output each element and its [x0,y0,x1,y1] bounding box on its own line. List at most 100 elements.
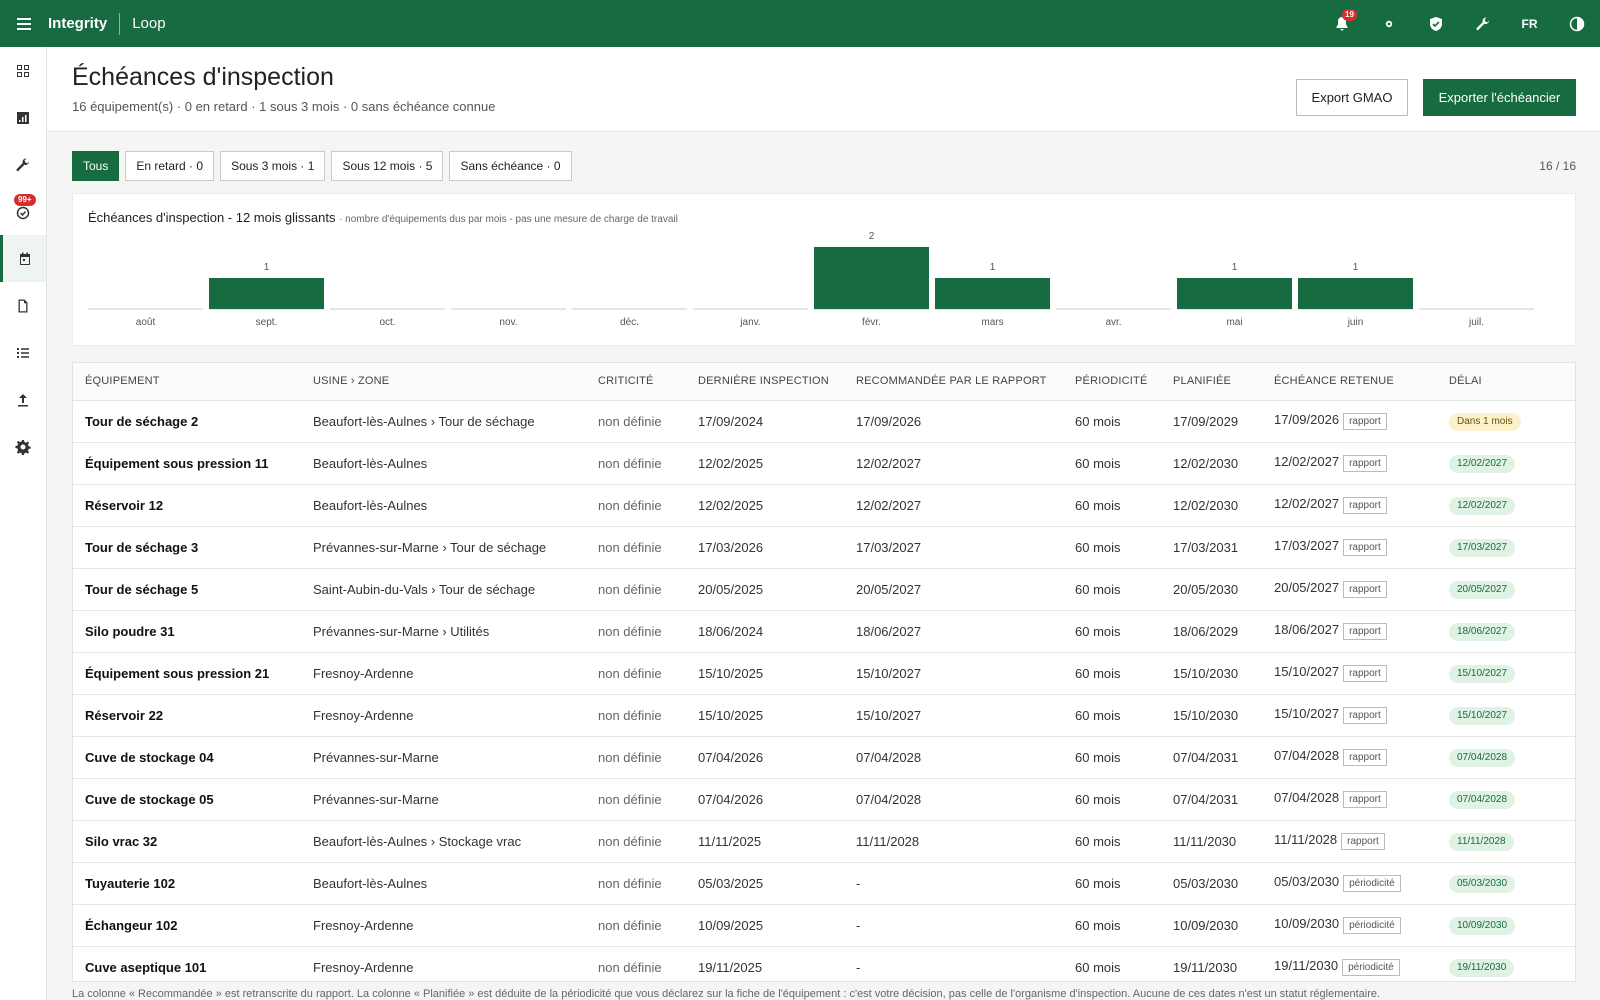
top-bar: Integrity Loop 19 FR [0,0,1600,47]
cell-due-date: 19/11/2030 périodicité [1262,946,1437,981]
security-button[interactable] [1412,0,1459,47]
table-row[interactable]: Cuve de stockage 04 Prévannes-sur-Marne no… [73,736,1575,779]
sidebar-item-maintenance[interactable] [0,141,46,188]
sidebar-item-compliance[interactable]: 99+ [0,188,46,235]
cell-last-inspection: 12/02/2025 [686,442,844,485]
notifications-button[interactable]: 19 [1318,0,1365,47]
column-header-planned[interactable]: PLANIFIÉE [1161,363,1262,401]
cell-recommended: 17/09/2026 [844,400,1063,443]
cell-equipment: Équipement sous pression 11 [73,442,301,485]
cell-zone: Beaufort-lès-Aulnes [301,862,586,905]
cell-delay: 07/04/2028 [1437,778,1575,821]
cell-planned: 17/09/2029 [1161,400,1262,443]
theme-toggle[interactable] [1553,0,1600,47]
cell-delay: 19/11/2030 [1437,946,1575,981]
column-header-delay[interactable]: DÉLAI [1437,363,1575,401]
schedule-table: ÉQUIPEMENT USINE › ZONE CRITICITÉ DERNIÈ… [72,362,1576,982]
table-row[interactable]: Réservoir 12 Beaufort-lès-Aulnes non défin… [73,484,1575,527]
cell-periodicity: 60 mois [1063,736,1161,779]
tools-button[interactable] [1459,0,1506,47]
column-header-periodicity[interactable]: PÉRIODICITÉ [1063,363,1161,401]
filter-all[interactable]: Tous [72,151,120,181]
table-row[interactable]: Tuyauterie 102 Beaufort-lès-Aulnes non déf… [73,862,1575,905]
filter-no-due-date[interactable]: Sans échéance · 0 [449,151,572,181]
cell-zone: Prévannes-sur-Marne [301,736,586,779]
export-schedule-button[interactable]: Exporter l'échéancier [1423,79,1576,116]
sidebar-item-upload[interactable] [0,376,46,423]
product-name[interactable]: Loop [132,15,165,32]
cell-recommended: - [844,946,1063,981]
sidebar-item-dashboard[interactable] [0,47,46,94]
chart-bar[interactable] [1177,278,1292,309]
cell-delay: 20/05/2027 [1437,568,1575,611]
sidebar-item-settings[interactable] [0,423,46,470]
table-row[interactable]: Échangeur 102 Fresnoy-Ardenne non définie 1… [73,904,1575,947]
table-row[interactable]: Cuve aseptique 101 Fresnoy-Ardenne non déf… [73,946,1575,981]
cell-zone: Fresnoy-Ardenne [301,652,586,695]
cell-criticality: non définie [586,820,686,863]
due-date-value: 17/09/2026 [1274,412,1340,428]
column-header-due-date[interactable]: ÉCHÉANCE RETENUE [1262,363,1437,401]
column-header-recommended[interactable]: RECOMMANDÉE PAR LE RAPPORT [844,363,1063,401]
table-row[interactable]: Équipement sous pression 11 Beaufort-lès-… [73,442,1575,485]
cell-last-inspection: 19/11/2025 [686,946,844,981]
cell-equipment: Silo vrac 32 [73,820,301,863]
filter-under-12-months[interactable]: Sous 12 mois · 5 [331,151,444,181]
chart-bar[interactable] [935,278,1050,309]
chart-baseline [572,308,687,310]
table-row[interactable]: Silo vrac 32 Beaufort-lès-Aulnes › Stocka… [73,820,1575,863]
cell-last-inspection: 07/04/2026 [686,736,844,779]
column-header-zone[interactable]: USINE › ZONE [301,363,586,401]
table-row[interactable]: Cuve de stockage 05 Prévannes-sur-Marne no… [73,778,1575,821]
chart-bar[interactable] [1298,278,1413,309]
settings-button[interactable] [1365,0,1412,47]
cell-planned: 17/03/2031 [1161,526,1262,569]
table-row[interactable]: Tour de séchage 3 Prévannes-sur-Marne › T… [73,526,1575,569]
cell-delay: 12/02/2027 [1437,442,1575,485]
column-header-last-inspection[interactable]: DERNIÈRE INSPECTION [686,363,844,401]
due-source-tag: rapport [1343,664,1387,682]
cell-delay: 11/11/2028 [1437,820,1575,863]
chart-bar[interactable] [814,247,929,309]
cell-planned: 12/02/2030 [1161,442,1262,485]
cell-equipment: Échangeur 102 [73,904,301,947]
delay-badge: 07/04/2028 [1449,790,1516,809]
column-header-equipment[interactable]: ÉQUIPEMENT [73,363,301,401]
due-source-tag: rapport [1343,580,1387,598]
brand-name[interactable]: Integrity [48,15,119,32]
table-row[interactable]: Équipement sous pression 21 Fresnoy-Arden… [73,652,1575,695]
cell-periodicity: 60 mois [1063,610,1161,653]
sidebar-item-schedule[interactable] [0,235,46,282]
table-row[interactable]: Silo poudre 31 Prévannes-sur-Marne › Util… [73,610,1575,653]
cell-last-inspection: 20/05/2025 [686,568,844,611]
sidebar-item-documents[interactable] [0,282,46,329]
language-switch[interactable]: FR [1506,0,1553,47]
sidebar-item-list[interactable] [0,329,46,376]
cell-zone: Fresnoy-Ardenne [301,694,586,737]
cell-criticality: non définie [586,946,686,981]
table-row[interactable]: Tour de séchage 2 Beaufort-lès-Aulnes › T… [73,400,1575,443]
table-row[interactable]: Tour de séchage 5 Saint-Aubin-du-Vals › T… [73,568,1575,611]
cell-zone: Prévannes-sur-Marne › Tour de séchage [301,526,586,569]
chart-baseline [330,308,445,310]
cell-recommended: 17/03/2027 [844,526,1063,569]
cell-recommended: - [844,862,1063,905]
table-row[interactable]: Réservoir 22 Fresnoy-Ardenne non définie 15… [73,694,1575,737]
cell-periodicity: 60 mois [1063,400,1161,443]
page-header: Échéances d'inspection 16 équipement(s) … [47,47,1600,132]
cell-zone: Beaufort-lès-Aulnes › Stockage vrac [301,820,586,863]
filter-under-3-months[interactable]: Sous 3 mois · 1 [220,151,326,181]
delay-badge: 10/09/2030 [1449,916,1516,935]
delay-badge: 12/02/2027 [1449,454,1516,473]
due-date-value: 17/03/2027 [1274,538,1340,554]
column-header-criticality[interactable]: CRITICITÉ [586,363,686,401]
export-gmao-button[interactable]: Export GMAO [1296,79,1408,116]
menu-icon[interactable] [0,17,48,30]
cell-equipment: Réservoir 12 [73,484,301,527]
chart-bar[interactable] [209,278,324,309]
sidebar-item-analytics[interactable] [0,94,46,141]
chart-tick-label: févr. [862,317,881,328]
chart-subtitle: · nombre d'équipements dus par mois - pa… [339,214,678,225]
cell-zone: Beaufort-lès-Aulnes [301,442,586,485]
filter-overdue[interactable]: En retard · 0 [125,151,215,181]
